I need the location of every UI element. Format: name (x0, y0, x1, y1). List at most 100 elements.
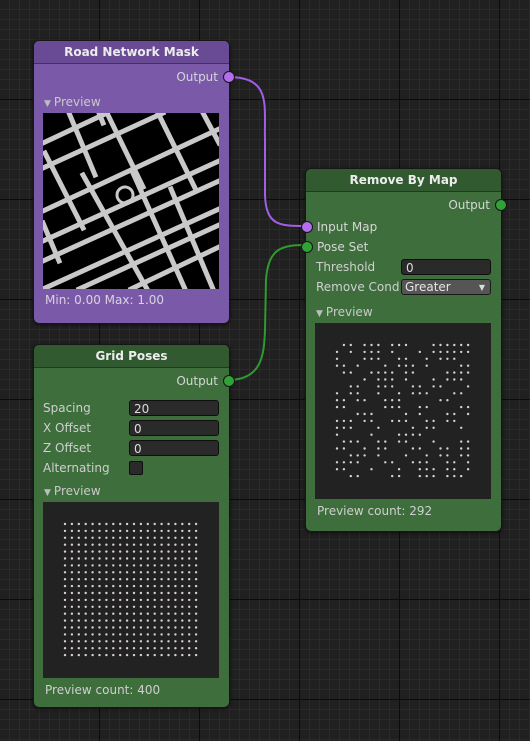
pose-dot (194, 626, 198, 629)
pose-dot (194, 584, 198, 588)
pose-dot (132, 543, 136, 546)
pose-dot (91, 619, 94, 622)
pose-dot (146, 578, 149, 581)
remove-condition-dropdown[interactable]: Greater ▼ (401, 279, 491, 295)
pose-dot (70, 626, 74, 629)
node-title[interactable]: Road Network Mask (34, 41, 229, 64)
pose-dot (125, 605, 129, 608)
pose-dot (466, 350, 470, 354)
connection-grid-to-pose-set[interactable] (227, 244, 307, 381)
pose-dot (446, 447, 449, 450)
x-offset-field: X Offset 0 (34, 418, 229, 438)
pose-set-port[interactable] (301, 241, 313, 253)
pose-dot (432, 378, 435, 381)
threshold-input[interactable]: 0 (401, 259, 491, 275)
pose-dot (105, 529, 108, 533)
output-port[interactable] (223, 71, 235, 83)
pose-dot (377, 392, 380, 395)
preview-label: Preview (325, 305, 373, 319)
pose-dot (112, 578, 115, 581)
pose-dot (181, 626, 184, 629)
preview-label: Preview (53, 484, 101, 498)
pose-dot (119, 584, 122, 588)
pose-dot (181, 584, 184, 588)
pose-dot (188, 653, 191, 657)
spacing-input[interactable]: 20 (129, 400, 219, 416)
output-port-label: Output (176, 374, 218, 388)
pose-dot (63, 564, 67, 567)
z-offset-input[interactable]: 0 (129, 440, 219, 456)
pose-dot (384, 371, 387, 374)
pose-dot (384, 364, 387, 367)
pose-dot (384, 399, 387, 402)
pose-dot (432, 440, 435, 443)
preview-count: Preview count: 400 (45, 683, 161, 697)
pose-dot (98, 640, 101, 643)
pose-dot (432, 474, 435, 478)
remove-by-map-node[interactable]: Remove By Map Output Input Map Pose Set … (301, 168, 507, 532)
pose-dot (335, 468, 339, 471)
connection-mask-to-input-map[interactable] (227, 76, 307, 227)
pose-dot (391, 378, 394, 381)
pose-dot (105, 578, 108, 581)
pose-dot (63, 522, 67, 526)
pose-dot (446, 343, 449, 347)
pose-dot (77, 557, 80, 560)
pose-dot (63, 626, 67, 629)
preview-foldout[interactable]: ▼ Preview (34, 482, 229, 500)
pose-dot (397, 392, 401, 395)
preview-foldout[interactable]: ▼ Preview (34, 93, 229, 111)
x-offset-input[interactable]: 0 (129, 420, 219, 436)
pose-dot (63, 536, 67, 539)
node-title[interactable]: Remove By Map (306, 169, 501, 192)
pose-dot (342, 447, 346, 450)
pose-dot (132, 591, 136, 595)
pose-dot (139, 619, 143, 622)
grid-poses-node[interactable]: Grid Poses Output Spacing 20 X Offset 0 … (33, 344, 235, 708)
pose-dot (404, 343, 408, 347)
pose-dot (397, 419, 401, 423)
pose-dot (160, 591, 163, 595)
pose-dot (391, 385, 394, 388)
pose-dot (194, 633, 198, 636)
pose-dot (466, 364, 470, 367)
input-map-port[interactable] (301, 221, 313, 233)
pose-dot (132, 536, 136, 539)
pose-dot (112, 612, 115, 615)
road-network-mask-node[interactable]: Road Network Mask Output ▼ Preview Min: … (33, 40, 235, 324)
pose-dot (146, 591, 149, 595)
pose-dot (91, 571, 94, 574)
node-title[interactable]: Grid Poses (34, 345, 229, 368)
pose-dot (91, 584, 94, 588)
alternating-checkbox[interactable] (129, 461, 143, 475)
pose-dot (105, 543, 108, 546)
pose-dot (460, 371, 463, 374)
pose-dot (174, 543, 177, 546)
pose-dot (194, 543, 198, 546)
output-port[interactable] (495, 199, 507, 211)
pose-dot (194, 591, 198, 595)
pose-dot (98, 619, 101, 622)
pose-dot (63, 557, 67, 560)
pose-dot (453, 343, 456, 347)
pose-dot (418, 350, 421, 354)
pose-dot (194, 522, 198, 526)
pose-dot (397, 399, 401, 402)
pose-dot (466, 385, 470, 388)
pose-dot (91, 578, 94, 581)
pose-dot (335, 392, 339, 395)
pose-dot (466, 468, 470, 471)
pose-dot (194, 557, 198, 560)
pose-dot (98, 529, 101, 533)
pose-dot (356, 364, 359, 367)
output-port[interactable] (223, 375, 235, 387)
pose-dot (188, 612, 191, 615)
pose-dot (139, 522, 143, 526)
pose-dot (167, 619, 170, 622)
pose-dot (174, 647, 177, 650)
pose-dot (153, 522, 156, 526)
pose-dot (188, 571, 191, 574)
pose-dot (397, 343, 401, 347)
preview-foldout[interactable]: ▼ Preview (306, 303, 501, 321)
pose-dot (181, 598, 184, 602)
